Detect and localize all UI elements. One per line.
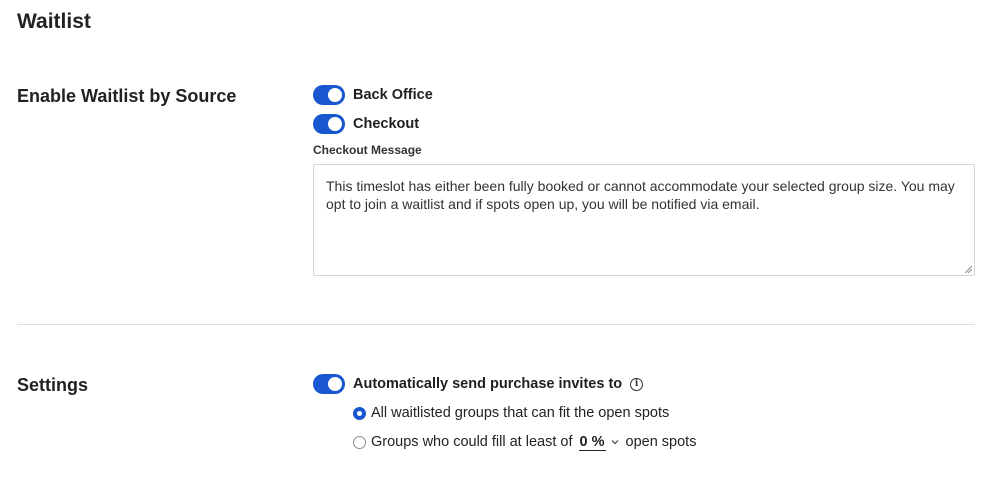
radio-label-after: open spots (625, 434, 697, 450)
radio-label-before: Groups who could fill at least of (371, 434, 573, 450)
source-section-label: Enable Waitlist by Source (17, 86, 237, 106)
toggle-knob (328, 88, 342, 102)
toggle-knob (328, 117, 342, 131)
checkout-toggle[interactable] (313, 114, 345, 134)
back-office-toggle[interactable] (313, 85, 345, 105)
percent-value: 0 % (578, 433, 606, 451)
settings-section-label: Settings (17, 375, 89, 395)
section-divider (17, 324, 975, 325)
radio-label-all-groups: All waitlisted groups that can fit the o… (371, 405, 670, 421)
page-title: Waitlist (17, 10, 91, 33)
percent-select[interactable]: 0 % (578, 433, 620, 451)
radio-option-all-groups[interactable]: All waitlisted groups that can fit the o… (353, 403, 669, 423)
checkout-label: Checkout (353, 116, 420, 132)
checkout-message-text: This timeslot has either been fully book… (326, 178, 955, 212)
resize-grip-icon[interactable] (964, 265, 972, 273)
radio-button-percent-groups[interactable] (353, 435, 366, 449)
toggle-knob (328, 377, 342, 391)
checkout-toggle-row: Checkout (313, 113, 419, 135)
radio-option-percent-groups[interactable]: Groups who could fill at least of 0 % op… (353, 432, 696, 452)
checkout-message-textarea[interactable]: This timeslot has either been fully book… (313, 164, 975, 276)
info-icon[interactable]: i (630, 377, 644, 391)
auto-invite-toggle-row: Automatically send purchase invites to i (313, 373, 644, 395)
auto-invite-toggle[interactable] (313, 374, 345, 394)
auto-invite-label: Automatically send purchase invites to (353, 376, 623, 392)
chevron-down-icon (611, 440, 618, 445)
waitlist-page: Waitlist Enable Waitlist by Source Back … (0, 0, 1003, 482)
checkout-message-label: Checkout Message (313, 143, 422, 157)
radio-button-all-groups[interactable] (353, 406, 366, 420)
back-office-label: Back Office (353, 87, 433, 103)
back-office-toggle-row: Back Office (313, 84, 433, 106)
